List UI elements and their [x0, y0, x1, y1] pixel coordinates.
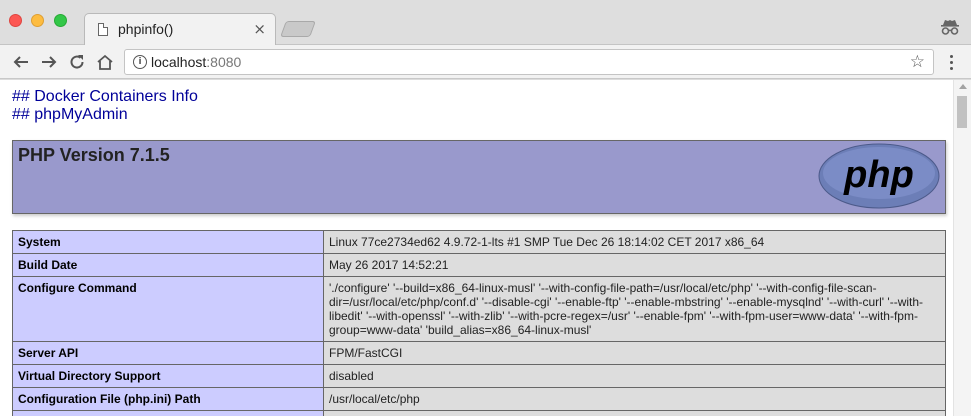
table-row: System Linux 77ce2734ed62 4.9.72-1-lts #1… — [12, 230, 946, 254]
table-row: Server API FPM/FastCGI — [12, 341, 946, 365]
svg-text:php: php — [843, 154, 914, 196]
window-close-button[interactable] — [9, 14, 22, 27]
setting-name — [12, 410, 324, 416]
table-row: Build Date May 26 2017 14:52:21 — [12, 253, 946, 277]
incognito-icon — [941, 20, 959, 35]
new-tab-button[interactable] — [280, 21, 316, 37]
page-icon — [98, 23, 108, 36]
arrow-right-icon — [42, 56, 57, 68]
setting-name: Server API — [12, 341, 324, 365]
setting-value: './configure' '--build=x86_64-linux-musl… — [323, 276, 946, 342]
table-row: Virtual Directory Support disabled — [12, 364, 946, 388]
home-button[interactable] — [94, 51, 116, 73]
browser-toolbar: i localhost:8080 ☆ — [0, 45, 971, 79]
table-row — [12, 410, 946, 416]
window-maximize-button[interactable] — [54, 14, 67, 27]
home-icon — [97, 54, 113, 70]
php-header-box: PHP Version 7.1.5 php — [12, 140, 946, 214]
setting-value — [323, 410, 946, 416]
setting-value: disabled — [323, 364, 946, 388]
php-logo: php — [818, 143, 940, 209]
page-links: ## Docker Containers Info ## phpMyAdmin — [12, 88, 198, 124]
setting-value: FPM/FastCGI — [323, 341, 946, 365]
browser-tab-active[interactable]: phpinfo() × — [84, 13, 276, 45]
tab-title: phpinfo() — [118, 21, 174, 37]
setting-value: /usr/local/etc/php — [323, 387, 946, 411]
table-row: Configuration File (php.ini) Path/usr/lo… — [12, 387, 946, 411]
setting-name: Configure Command — [12, 276, 324, 342]
tab-close-icon[interactable]: × — [253, 20, 266, 38]
reload-button[interactable] — [66, 51, 88, 73]
arrow-left-icon — [13, 56, 28, 68]
info-icon[interactable]: i — [133, 55, 147, 69]
php-version-title: PHP Version 7.1.5 — [18, 145, 170, 165]
page-viewport: ## Docker Containers Info ## phpMyAdmin … — [0, 80, 971, 416]
address-bar[interactable]: i localhost:8080 ☆ — [124, 49, 934, 75]
docker-containers-info-link[interactable]: ## Docker Containers Info — [12, 88, 198, 106]
url-text[interactable]: localhost:8080 — [151, 54, 241, 70]
reload-icon — [70, 55, 84, 69]
scroll-thumb[interactable] — [957, 96, 967, 128]
setting-value: Linux 77ce2734ed62 4.9.72-1-lts #1 SMP T… — [323, 230, 946, 254]
browser-menu-icon[interactable] — [944, 52, 958, 74]
setting-name: System — [12, 230, 324, 254]
setting-name: Build Date — [12, 253, 324, 277]
scroll-up-arrow-icon[interactable] — [959, 84, 967, 89]
window-minimize-button[interactable] — [31, 14, 44, 27]
php-info-table: System Linux 77ce2734ed62 4.9.72-1-lts #1… — [12, 230, 946, 416]
phpmyadmin-link[interactable]: ## phpMyAdmin — [12, 106, 198, 124]
setting-value: May 26 2017 14:52:21 — [323, 253, 946, 277]
back-button[interactable] — [10, 51, 32, 73]
setting-name: Virtual Directory Support — [12, 364, 324, 388]
bookmark-star-icon[interactable]: ☆ — [910, 52, 925, 72]
vertical-scrollbar[interactable] — [953, 80, 971, 416]
setting-name: Configuration File (php.ini) Path — [12, 387, 324, 411]
forward-button[interactable] — [38, 51, 60, 73]
browser-titlebar: phpinfo() × — [0, 0, 971, 45]
table-row: Configure Command './configure' '--build=… — [12, 276, 946, 342]
